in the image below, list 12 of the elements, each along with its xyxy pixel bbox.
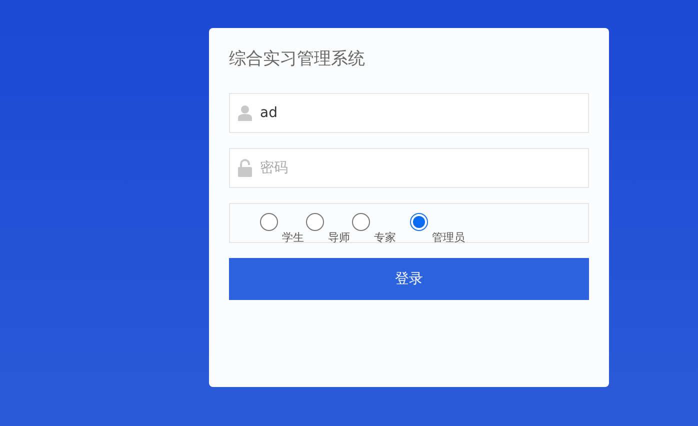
role-label: 学生	[282, 230, 304, 245]
role-radio[interactable]	[260, 213, 278, 231]
login-button[interactable]: 登录	[229, 258, 589, 300]
role-radio[interactable]	[306, 213, 324, 231]
system-title: 综合实习管理系统	[229, 48, 366, 71]
role-label: 导师	[328, 230, 350, 245]
role-radio[interactable]	[352, 213, 370, 231]
role-radio[interactable]	[410, 213, 428, 231]
role-label: 专家	[374, 230, 396, 245]
username-field[interactable]: ad	[229, 93, 589, 133]
role-label: 管理员	[432, 230, 465, 245]
password-field[interactable]: 密码	[229, 148, 589, 188]
